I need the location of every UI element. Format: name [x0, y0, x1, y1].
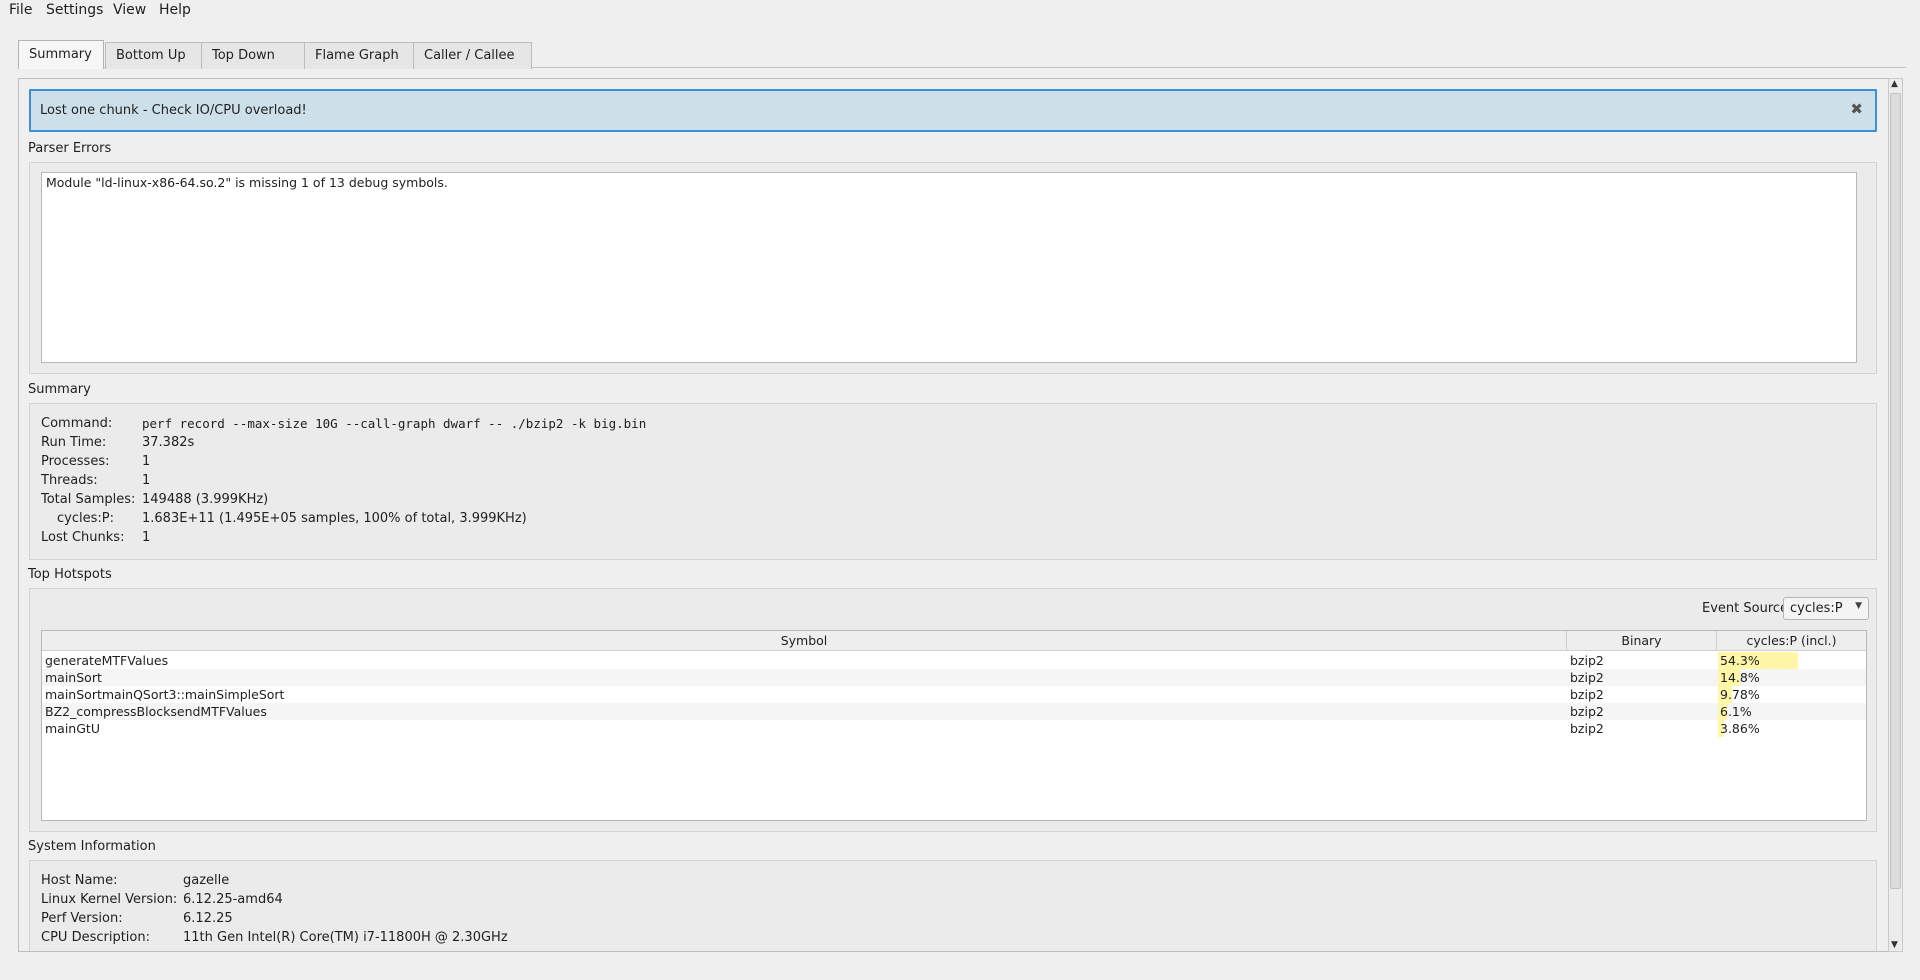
- parser-error-message: Module "ld-linux-x86-64.so.2" is missing…: [46, 175, 448, 190]
- tab-caller-callee[interactable]: Caller / Callee: [413, 42, 532, 69]
- total-samples-label: Total Samples:: [41, 492, 136, 507]
- scroll-down-arrow-icon[interactable]: ▼: [1891, 940, 1898, 950]
- binary-cell: bzip2: [1570, 653, 1604, 668]
- symbol-cell: BZ2_compressBlocksendMTFValues: [45, 704, 267, 719]
- parser-errors-text-area[interactable]: Module "ld-linux-x86-64.so.2" is missing…: [41, 172, 1857, 363]
- tab-top-down[interactable]: Top Down: [201, 42, 305, 69]
- cost-cell: 54.3%: [1720, 653, 1760, 668]
- binary-cell: bzip2: [1570, 670, 1604, 685]
- cycles-value: 1.683E+11 (1.495E+05 samples, 100% of to…: [142, 511, 527, 526]
- processes-value: 1: [142, 454, 151, 469]
- summary-group: Command: perf record --max-size 10G --ca…: [29, 403, 1877, 560]
- tab-summary[interactable]: Summary: [18, 40, 104, 69]
- hotspots-table[interactable]: Symbol Binary cycles:P (incl.) generateM…: [41, 630, 1867, 821]
- menu-help[interactable]: Help: [159, 2, 191, 18]
- summary-title: Summary: [28, 382, 91, 397]
- system-info-title: System Information: [28, 839, 156, 854]
- table-row[interactable]: mainSortmainQSort3::mainSimpleSort bzip2 9…: [42, 686, 1866, 703]
- cost-cell: 9.78%: [1720, 687, 1760, 702]
- parser-errors-group: Module "ld-linux-x86-64.so.2" is missing…: [29, 162, 1877, 374]
- perf-version-label: Perf Version:: [41, 911, 123, 926]
- menu-view[interactable]: View: [113, 2, 146, 18]
- vertical-scrollbar[interactable]: ▲ ▼: [1888, 78, 1903, 952]
- warning-banner: Lost one chunk - Check IO/CPU overload! …: [29, 89, 1877, 132]
- total-samples-value: 149488 (3.999KHz): [142, 492, 269, 507]
- cpu-description-label: CPU Description:: [41, 930, 150, 945]
- lost-chunks-value: 1: [142, 530, 151, 545]
- top-hotspots-title: Top Hotspots: [28, 567, 112, 582]
- binary-cell: bzip2: [1570, 687, 1604, 702]
- command-label: Command:: [41, 416, 113, 431]
- column-header-symbol[interactable]: Symbol: [42, 631, 1567, 651]
- binary-cell: bzip2: [1570, 721, 1604, 736]
- processes-label: Processes:: [41, 454, 110, 469]
- cycles-label: cycles:P:: [57, 511, 114, 526]
- threads-label: Threads:: [41, 473, 98, 488]
- kernel-version-value: 6.12.25-amd64: [183, 892, 283, 907]
- menubar: File Settings View Help: [0, 0, 1920, 22]
- close-icon[interactable]: ✖: [1850, 100, 1863, 118]
- run-time-label: Run Time:: [41, 435, 107, 450]
- cpu-description-value: 11th Gen Intel(R) Core(TM) i7-11800H @ 2…: [183, 930, 508, 945]
- event-source-select[interactable]: cycles:P ▼: [1783, 597, 1869, 620]
- table-row[interactable]: generateMTFValues bzip2 54.3%: [42, 652, 1866, 669]
- cost-cell: 3.86%: [1720, 721, 1760, 736]
- table-row[interactable]: mainGtU bzip2 3.86%: [42, 720, 1866, 737]
- table-row[interactable]: BZ2_compressBlocksendMTFValues bzip2 6.1%: [42, 703, 1866, 720]
- binary-cell: bzip2: [1570, 704, 1604, 719]
- event-source-value: cycles:P: [1790, 601, 1843, 616]
- summary-page: Lost one chunk - Check IO/CPU overload! …: [18, 78, 1889, 952]
- menu-file[interactable]: File: [9, 2, 32, 18]
- banner-message: Lost one chunk - Check IO/CPU overload!: [40, 103, 307, 118]
- perf-version-value: 6.12.25: [183, 911, 233, 926]
- run-time-value: 37.382s: [142, 435, 195, 450]
- lost-chunks-label: Lost Chunks:: [41, 530, 125, 545]
- symbol-cell: mainGtU: [45, 721, 100, 736]
- host-name-label: Host Name:: [41, 873, 118, 888]
- column-header-cost[interactable]: cycles:P (incl.): [1717, 631, 1866, 651]
- symbol-cell: mainSortmainQSort3::mainSimpleSort: [45, 687, 285, 702]
- command-value: perf record --max-size 10G --call-graph …: [142, 416, 647, 431]
- symbol-cell: generateMTFValues: [45, 653, 169, 668]
- scroll-up-arrow-icon[interactable]: ▲: [1891, 79, 1898, 89]
- threads-value: 1: [142, 473, 151, 488]
- tab-flame-graph[interactable]: Flame Graph: [304, 42, 414, 69]
- column-header-binary[interactable]: Binary: [1567, 631, 1717, 651]
- table-row[interactable]: mainSort bzip2 14.8%: [42, 669, 1866, 686]
- scroll-thumb[interactable]: [1890, 93, 1901, 889]
- parser-errors-title: Parser Errors: [28, 141, 112, 156]
- kernel-version-label: Linux Kernel Version:: [41, 892, 178, 907]
- chevron-down-icon: ▼: [1855, 601, 1862, 611]
- system-info-group: Host Name: gazelle Linux Kernel Version:…: [29, 860, 1877, 951]
- cost-cell: 14.8%: [1720, 670, 1760, 685]
- symbol-cell: mainSort: [45, 670, 102, 685]
- top-hotspots-group: Event Source: cycles:P ▼ Symbol Binary c…: [29, 588, 1877, 832]
- cost-cell: 6.1%: [1720, 704, 1752, 719]
- host-name-value: gazelle: [183, 873, 230, 888]
- menu-settings[interactable]: Settings: [46, 2, 103, 18]
- tab-bottom-up[interactable]: Bottom Up: [105, 42, 202, 69]
- event-source-label: Event Source:: [1702, 601, 1793, 616]
